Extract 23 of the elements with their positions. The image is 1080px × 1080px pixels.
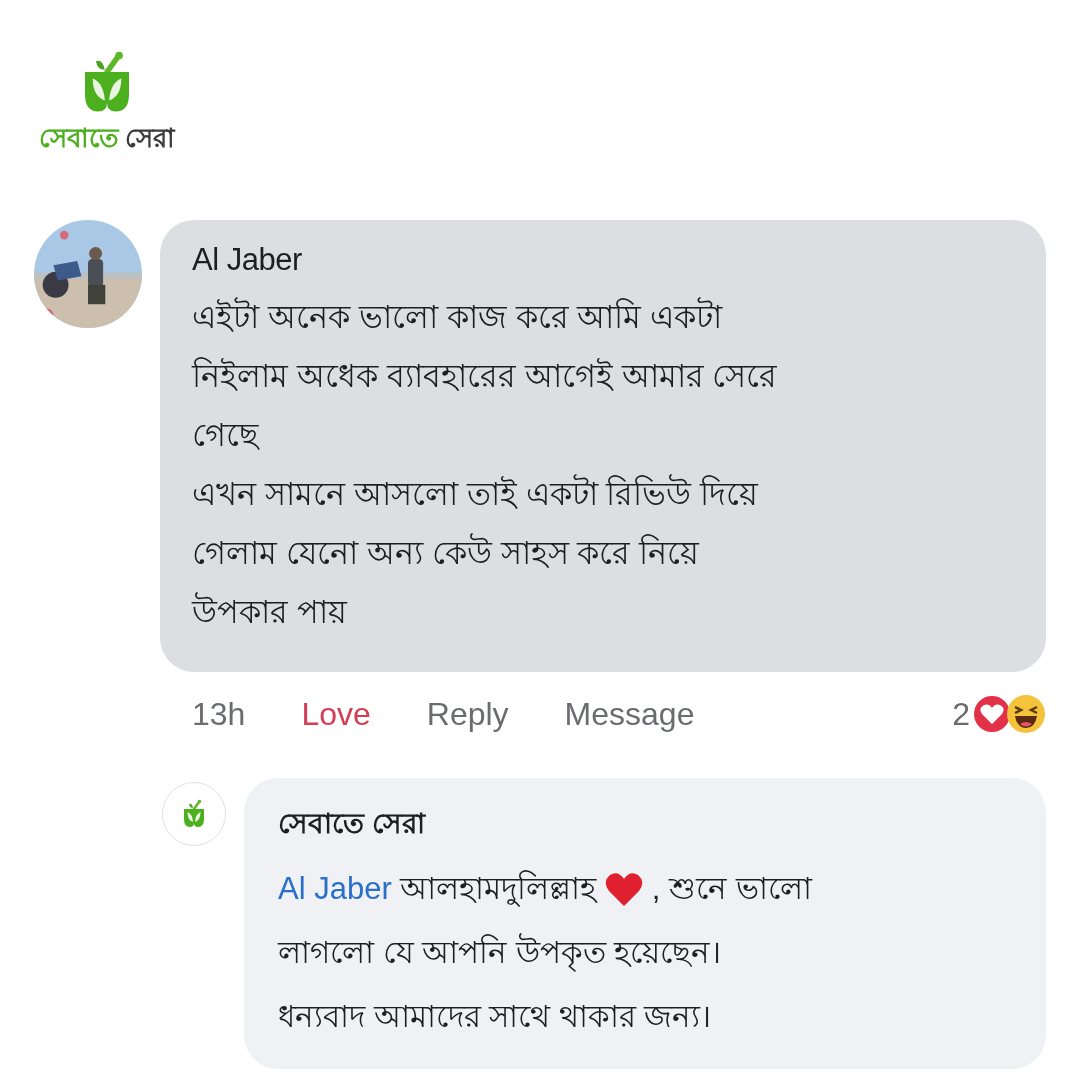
action-link[interactable]: Love bbox=[301, 695, 371, 733]
comment-text: এইটা অনেক ভালো কাজ করে আমি একটা bbox=[192, 296, 724, 337]
laughing-emoji-icon bbox=[1006, 694, 1046, 734]
reply-text: , শুনে ভালো bbox=[651, 870, 812, 908]
heart-reaction-icon bbox=[972, 694, 1012, 734]
reaction-count: 2 bbox=[952, 695, 970, 733]
reply-text: ধন্যবাদ আমাদের সাথে থাকার জন্য। bbox=[278, 998, 713, 1036]
author-name[interactable]: Al Jaber bbox=[192, 242, 1016, 278]
comment-text: নিইলাম অধেক ব্যাবহারের আগেই আমার সেরে bbox=[192, 356, 779, 396]
reply-text: আলহামদুলিল্লাহ bbox=[399, 869, 596, 909]
mention-link[interactable]: Al Jaber bbox=[278, 857, 392, 921]
heart-icon bbox=[603, 871, 644, 907]
action-link[interactable]: Message bbox=[564, 695, 695, 733]
timestamp: 13h bbox=[192, 695, 246, 733]
comment-text: গেলাম যেনো অন্য কেউ সাহস করে নিয়ে bbox=[192, 532, 701, 573]
action-link[interactable]: Reply bbox=[426, 695, 509, 733]
logo-text: সেরা bbox=[125, 122, 175, 155]
author-name[interactable]: সেবাতে সেরা bbox=[278, 802, 1016, 849]
comment-text: এখন সামনে আসলো তাই একটা রিভিউ দিয়ে bbox=[192, 473, 760, 514]
comment-text: গেছে bbox=[192, 416, 261, 455]
comment-text: উপকার পায় bbox=[192, 591, 349, 632]
reply-text: লাগলো যে আপনি উপকৃত হয়েছেন। bbox=[278, 932, 723, 974]
logo-text: সেবাতে bbox=[39, 122, 119, 155]
